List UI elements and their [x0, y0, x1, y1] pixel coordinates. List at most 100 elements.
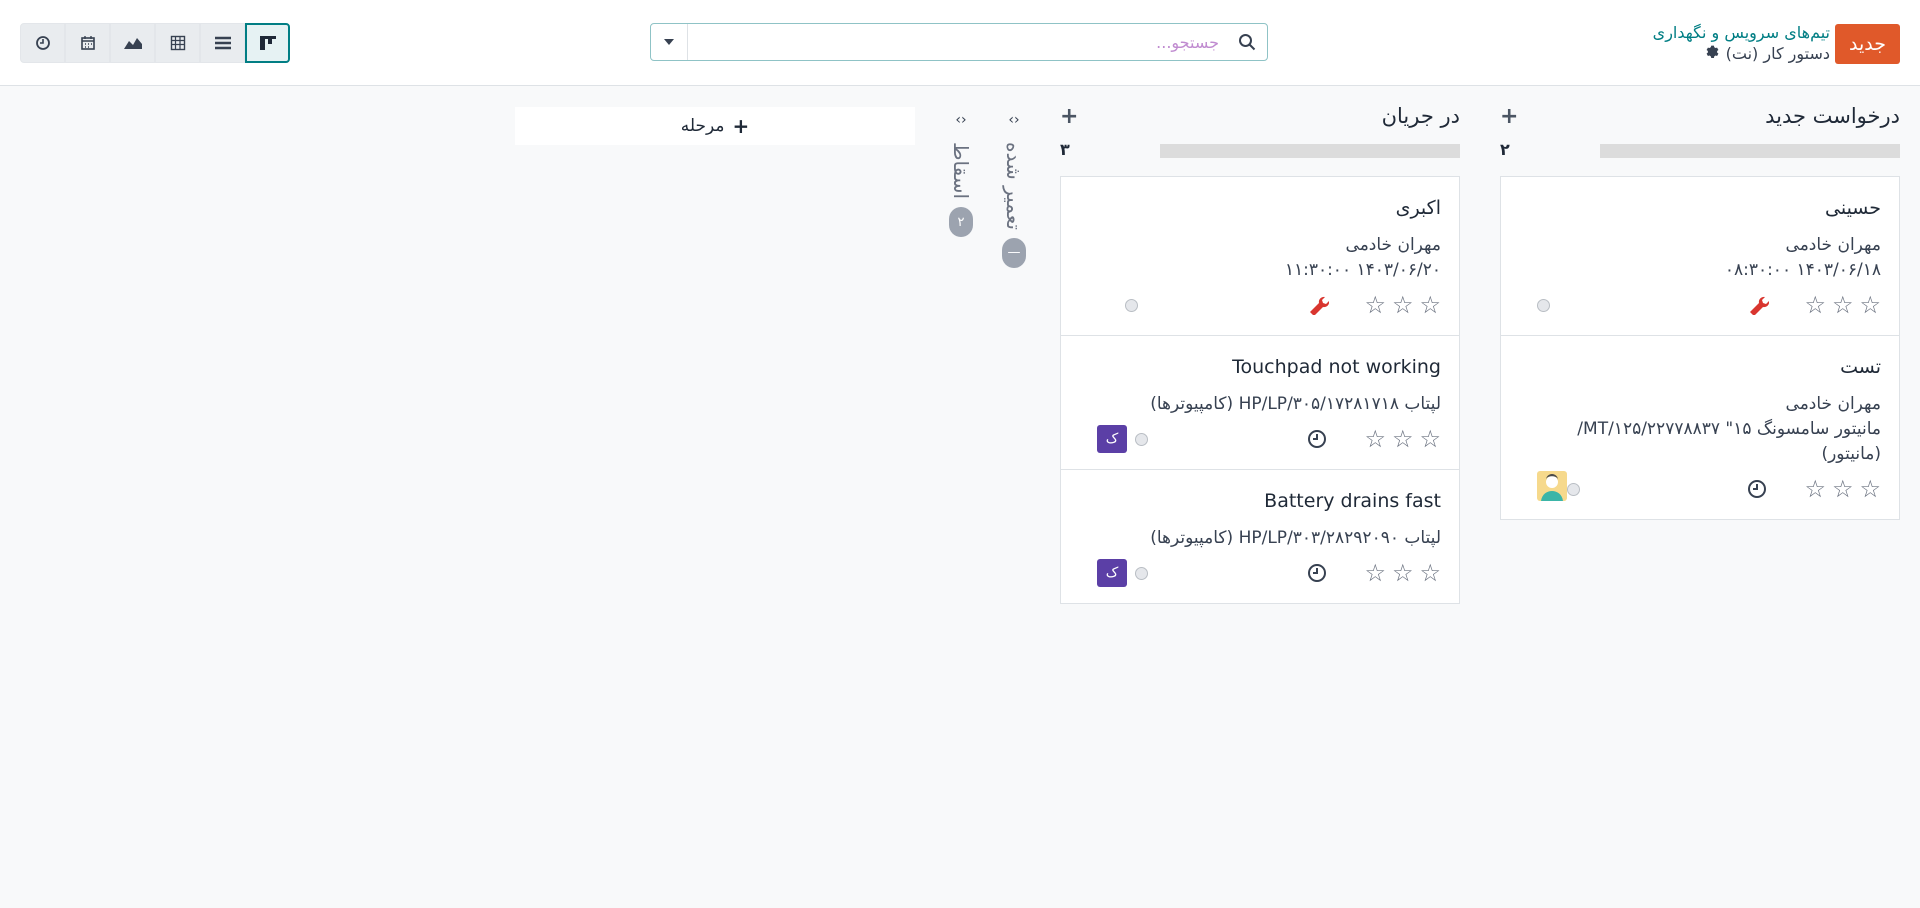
page-title: دستور کار (نت) — [1725, 44, 1830, 63]
activity-icon[interactable] — [20, 23, 65, 63]
column-header: در جریان + — [1060, 100, 1460, 136]
kanban-card[interactable]: Battery drains fast لپتاب HP/LP/۳۰۳/۲۸۲۹… — [1061, 470, 1459, 603]
add-card-plus-icon[interactable]: + — [1500, 104, 1518, 129]
card-technician: مهران خادمی — [1785, 394, 1881, 414]
kanban-column-new-request: درخواست جدید + ۲ حسینی مهران خادمی ۱۴۰۳/… — [1500, 100, 1900, 520]
status-dot[interactable] — [1537, 299, 1550, 312]
kanban-card[interactable]: حسینی مهران خادمی ۱۴۰۳/۰۶/۱۸ ۰۸:۳۰:۰۰ ☆ ☆… — [1501, 177, 1899, 336]
card-equipment: مانیتور سامسونگ ۱۵" MT/۱۲۵/۲۲۷۷۸۸۳۷/ — [1577, 419, 1881, 439]
folded-column-count: ۲ — [949, 207, 973, 238]
star-icon[interactable]: ☆ — [1419, 561, 1441, 585]
avatar[interactable] — [1537, 471, 1567, 501]
card-category: (مانیتور) — [1821, 444, 1881, 464]
graph-icon[interactable] — [110, 23, 155, 63]
column-count: ۳ — [1060, 140, 1070, 159]
plus-icon: + — [732, 114, 750, 138]
folded-column-title: اسقاط — [949, 142, 973, 200]
folded-column-repaired[interactable]: ‹› تعمیر شده — — [994, 112, 1034, 268]
star-icon[interactable]: ☆ — [1832, 293, 1854, 317]
priority-stars[interactable]: ☆ ☆ ☆ — [1364, 293, 1441, 317]
star-icon[interactable]: ☆ — [1364, 561, 1386, 585]
card-technician: مهران خادمی — [1345, 235, 1441, 255]
progress-bar[interactable] — [1160, 144, 1460, 158]
card-title: اکبری — [1395, 197, 1441, 219]
card-footer: ☆ ☆ ☆ ک — [1079, 425, 1441, 455]
priority-stars[interactable]: ☆ ☆ ☆ — [1804, 293, 1881, 317]
card-date: ۱۴۰۳/۰۶/۲۰ ۱۱:۳۰:۰۰ — [1284, 260, 1441, 280]
calendar-icon[interactable] — [65, 23, 110, 63]
card-list: حسینی مهران خادمی ۱۴۰۳/۰۶/۱۸ ۰۸:۳۰:۰۰ ☆ ☆… — [1500, 176, 1900, 520]
kanban-card[interactable]: تست مهران خادمی مانیتور سامسونگ ۱۵" MT/۱… — [1501, 336, 1899, 519]
expand-arrows-icon[interactable]: ‹› — [994, 112, 1034, 128]
progress-bar[interactable] — [1600, 144, 1900, 158]
clock-icon[interactable] — [1307, 563, 1327, 588]
gear-icon[interactable] — [1705, 43, 1720, 65]
avatar[interactable]: ک — [1097, 559, 1127, 587]
star-icon[interactable]: ☆ — [1804, 477, 1826, 501]
card-footer: ☆ ☆ ☆ — [1519, 291, 1881, 321]
search-bar — [650, 23, 1268, 61]
wrench-icon[interactable] — [1747, 293, 1770, 320]
add-stage-button[interactable]: + مرحله — [515, 107, 915, 145]
caret-down-icon[interactable] — [651, 24, 688, 60]
priority-stars[interactable]: ☆ ☆ ☆ — [1364, 561, 1441, 585]
folded-column-scrap[interactable]: ‹› اسقاط ۲ — [941, 112, 981, 238]
status-dot[interactable] — [1125, 299, 1138, 312]
kanban-icon[interactable] — [245, 23, 290, 63]
card-title: تست — [1840, 356, 1881, 378]
column-progress: ۲ — [1500, 136, 1900, 162]
breadcrumb-parent-link[interactable]: تیم‌های سرویس و نگهداری — [1653, 22, 1830, 43]
kanban-column-in-progress: در جریان + ۳ اکبری مهران خادمی ۱۴۰۳/۰۶/۲… — [1060, 100, 1460, 604]
column-title[interactable]: در جریان — [1382, 104, 1460, 128]
folded-column-title: تعمیر شده — [1002, 142, 1026, 230]
column-header: درخواست جدید + — [1500, 100, 1900, 136]
search-input[interactable] — [688, 24, 1227, 60]
star-icon[interactable]: ☆ — [1392, 561, 1414, 585]
kanban-card[interactable]: اکبری مهران خادمی ۱۴۰۳/۰۶/۲۰ ۱۱:۳۰:۰۰ ☆ ☆… — [1061, 177, 1459, 336]
star-icon[interactable]: ☆ — [1859, 293, 1881, 317]
new-button[interactable]: جدید — [1835, 24, 1900, 64]
status-dot[interactable] — [1567, 483, 1580, 496]
column-count: ۲ — [1500, 140, 1510, 159]
card-list: اکبری مهران خادمی ۱۴۰۳/۰۶/۲۰ ۱۱:۳۰:۰۰ ☆ ☆… — [1060, 176, 1460, 604]
card-footer: ☆ ☆ ☆ ک — [1079, 559, 1441, 589]
star-icon[interactable]: ☆ — [1364, 427, 1386, 451]
list-icon[interactable] — [200, 23, 245, 63]
breadcrumb: تیم‌های سرویس و نگهداری دستور کار (نت) — [1653, 22, 1830, 65]
card-footer: ☆ ☆ ☆ — [1519, 471, 1881, 505]
status-dot[interactable] — [1135, 567, 1148, 580]
star-icon[interactable]: ☆ — [1364, 293, 1386, 317]
expand-arrows-icon[interactable]: ‹› — [941, 112, 981, 128]
view-switcher — [20, 23, 290, 63]
search-icon[interactable] — [1227, 24, 1267, 60]
clock-icon[interactable] — [1747, 479, 1767, 504]
star-icon[interactable]: ☆ — [1419, 293, 1441, 317]
control-panel: جدید تیم‌های سرویس و نگهداری دستور کار (… — [0, 0, 1920, 86]
clock-icon[interactable] — [1307, 429, 1327, 454]
card-equipment: لپتاب HP/LP/۳۰۳/۲۸۲۹۲۰۹۰ (کامپیوترها) — [1150, 528, 1441, 548]
add-stage-label: مرحله — [680, 116, 725, 136]
card-title: Touchpad not working — [1232, 356, 1441, 378]
add-card-plus-icon[interactable]: + — [1060, 104, 1078, 129]
star-icon[interactable]: ☆ — [1804, 293, 1826, 317]
status-dot[interactable] — [1135, 433, 1148, 446]
priority-stars[interactable]: ☆ ☆ ☆ — [1804, 477, 1881, 501]
star-icon[interactable]: ☆ — [1392, 427, 1414, 451]
priority-stars[interactable]: ☆ ☆ ☆ — [1364, 427, 1441, 451]
pivot-icon[interactable] — [155, 23, 200, 63]
star-icon[interactable]: ☆ — [1419, 427, 1441, 451]
card-title: حسینی — [1825, 197, 1881, 219]
star-icon[interactable]: ☆ — [1392, 293, 1414, 317]
kanban-card[interactable]: Touchpad not working لپتاب HP/LP/۳۰۵/۱۷۲… — [1061, 336, 1459, 470]
card-technician: مهران خادمی — [1785, 235, 1881, 255]
wrench-icon[interactable] — [1307, 293, 1330, 320]
column-title[interactable]: درخواست جدید — [1765, 104, 1900, 128]
card-date: ۱۴۰۳/۰۶/۱۸ ۰۸:۳۰:۰۰ — [1724, 260, 1881, 280]
star-icon[interactable]: ☆ — [1832, 477, 1854, 501]
column-progress: ۳ — [1060, 136, 1460, 162]
star-icon[interactable]: ☆ — [1859, 477, 1881, 501]
folded-column-count: — — [1002, 237, 1026, 268]
avatar[interactable]: ک — [1097, 425, 1127, 453]
card-title: Battery drains fast — [1264, 490, 1441, 512]
card-footer: ☆ ☆ ☆ — [1079, 291, 1441, 321]
